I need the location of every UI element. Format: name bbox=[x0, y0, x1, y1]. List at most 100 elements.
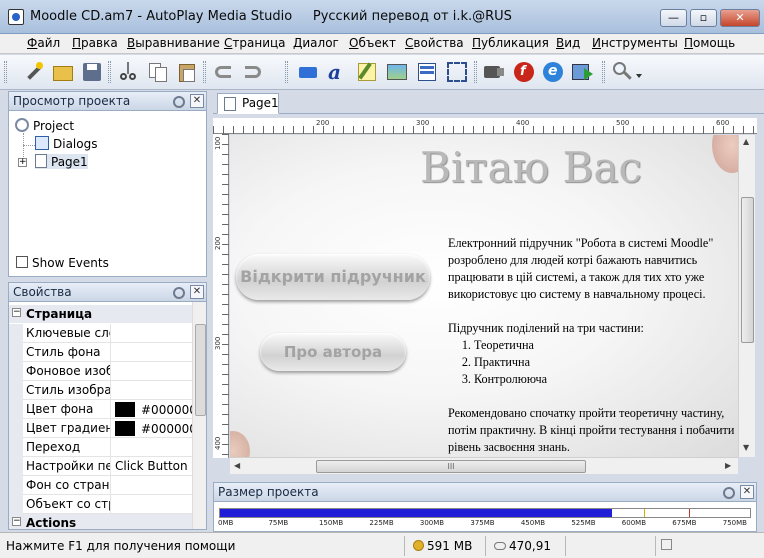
page-icon bbox=[224, 97, 236, 111]
property-row[interactable]: Цвет градиента #000000 bbox=[9, 419, 192, 438]
canvas-horizontal-scrollbar[interactable]: ◀ III ▶ bbox=[230, 457, 738, 474]
color-swatch[interactable] bbox=[115, 402, 135, 417]
property-value[interactable] bbox=[110, 381, 192, 400]
size-panel-header: Размер проекта ✕ bbox=[213, 482, 757, 502]
close-panel-icon[interactable]: ✕ bbox=[190, 94, 204, 108]
canvas-vertical-scrollbar[interactable]: ▲ ▼ bbox=[738, 135, 755, 457]
open-folder-icon[interactable] bbox=[51, 60, 75, 84]
flash-object-icon[interactable]: f bbox=[512, 60, 536, 84]
toolbar-grip[interactable] bbox=[4, 61, 7, 83]
properties-scrollbar[interactable] bbox=[192, 302, 206, 529]
undo-icon[interactable] bbox=[211, 60, 235, 84]
page-canvas[interactable]: Вітаю Вас Відкрити підручник Про автора … bbox=[230, 135, 738, 457]
zoom-dropdown-icon[interactable] bbox=[635, 60, 645, 84]
property-row[interactable]: Стиль изображ bbox=[9, 381, 192, 400]
property-value[interactable] bbox=[110, 476, 192, 495]
menu-page[interactable]: Страница bbox=[224, 36, 286, 50]
resize-grip-icon[interactable] bbox=[661, 539, 672, 550]
pin-icon[interactable] bbox=[171, 94, 187, 108]
show-events-checkbox[interactable]: Show Events bbox=[16, 256, 109, 270]
cut-icon[interactable] bbox=[116, 60, 140, 84]
save-icon[interactable] bbox=[80, 60, 104, 84]
close-button[interactable]: ✕ bbox=[720, 9, 760, 27]
open-textbook-button[interactable]: Відкрити підручник bbox=[236, 254, 430, 300]
property-row[interactable]: Настройки перClick Button bbox=[9, 457, 192, 476]
app-icon bbox=[8, 9, 24, 25]
property-value[interactable]: Click Button bbox=[110, 457, 192, 476]
slideshow-object-icon[interactable] bbox=[570, 60, 594, 84]
category-page[interactable]: − Страница bbox=[9, 305, 192, 323]
maximize-button[interactable]: ▫ bbox=[690, 9, 717, 27]
menu-file[interactable]: Файл bbox=[27, 36, 60, 50]
close-panel-icon[interactable]: ✕ bbox=[190, 285, 204, 299]
listbox-object-icon[interactable] bbox=[415, 60, 439, 84]
property-row[interactable]: Ключевые сло bbox=[9, 324, 192, 343]
tree-item-dialogs[interactable]: Dialogs bbox=[35, 136, 97, 151]
collapse-toggle[interactable]: − bbox=[12, 308, 21, 317]
category-actions[interactable]: − Actions bbox=[9, 514, 192, 530]
menu-help[interactable]: Помощь bbox=[684, 36, 735, 50]
row-gutter bbox=[9, 495, 23, 514]
new-project-wand-icon[interactable] bbox=[22, 60, 46, 84]
tree-item-project[interactable]: Project bbox=[15, 118, 74, 133]
scroll-thumb[interactable] bbox=[195, 324, 206, 416]
property-row[interactable]: Цвет фона #000000 bbox=[9, 400, 192, 419]
property-row[interactable]: Переход bbox=[9, 438, 192, 457]
minimize-button[interactable]: — bbox=[660, 9, 687, 27]
tab-page1[interactable]: Page1 bbox=[217, 93, 279, 114]
menu-edit[interactable]: Правка bbox=[72, 36, 118, 50]
menu-view[interactable]: Вид bbox=[556, 36, 580, 50]
page-paragraph[interactable]: Електронний підручник "Робота в системі … bbox=[448, 235, 738, 456]
pin-icon[interactable] bbox=[171, 285, 187, 299]
row-gutter bbox=[9, 400, 23, 419]
document-tab-strip: Page1 bbox=[213, 90, 764, 114]
input-object-icon[interactable] bbox=[445, 60, 469, 84]
image-object-icon[interactable] bbox=[385, 60, 409, 84]
web-object-icon[interactable]: e bbox=[541, 60, 565, 84]
scroll-thumb[interactable]: III bbox=[316, 460, 586, 473]
checkbox-box[interactable] bbox=[16, 256, 28, 268]
redo-icon[interactable] bbox=[241, 60, 265, 84]
scroll-right-arrow[interactable]: ▶ bbox=[725, 461, 731, 470]
tree-item-page1[interactable]: Page1 bbox=[35, 154, 88, 169]
paragraph-line: розроблено для людей котрі бажають навчи… bbox=[448, 253, 698, 267]
scroll-left-arrow[interactable]: ◀ bbox=[234, 461, 240, 470]
pin-icon[interactable] bbox=[721, 485, 737, 499]
menu-object[interactable]: Объект bbox=[349, 36, 396, 50]
property-value[interactable] bbox=[110, 343, 192, 362]
page-heading[interactable]: Вітаю Вас bbox=[420, 143, 642, 192]
label-object-icon[interactable]: a bbox=[325, 60, 349, 84]
expand-toggle[interactable]: + bbox=[18, 158, 27, 167]
paste-icon[interactable] bbox=[175, 60, 199, 84]
video-object-icon[interactable] bbox=[482, 60, 506, 84]
menu-properties[interactable]: Свойства bbox=[405, 36, 464, 50]
property-value[interactable] bbox=[110, 438, 192, 457]
menu-tools[interactable]: Инструменты bbox=[592, 36, 678, 50]
paragraph-object-icon[interactable] bbox=[355, 60, 379, 84]
scroll-up-arrow[interactable]: ▲ bbox=[743, 137, 749, 146]
scroll-thumb[interactable] bbox=[741, 197, 754, 343]
property-value[interactable] bbox=[110, 362, 192, 381]
property-row[interactable]: Стиль фона bbox=[9, 343, 192, 362]
project-disc-icon bbox=[15, 118, 29, 132]
property-row[interactable]: Объект со стра bbox=[9, 495, 192, 514]
menu-align[interactable]: Выравнивание bbox=[127, 36, 220, 50]
button-object-icon[interactable] bbox=[296, 60, 320, 84]
menu-publish[interactable]: Публикация bbox=[472, 36, 549, 50]
copy-icon[interactable] bbox=[146, 60, 170, 84]
tree-label: Dialogs bbox=[53, 137, 98, 151]
scroll-down-arrow[interactable]: ▼ bbox=[743, 443, 749, 452]
property-row[interactable]: Фоновое изоб bbox=[9, 362, 192, 381]
collapse-toggle[interactable]: − bbox=[12, 517, 21, 526]
color-swatch[interactable] bbox=[115, 421, 135, 436]
about-author-button[interactable]: Про автора bbox=[260, 333, 406, 371]
property-row[interactable]: Фон со страни bbox=[9, 476, 192, 495]
zoom-icon[interactable] bbox=[610, 60, 634, 84]
property-value[interactable] bbox=[110, 324, 192, 343]
menu-dialog[interactable]: Диалог bbox=[293, 36, 339, 50]
property-value[interactable]: #000000 bbox=[110, 400, 192, 419]
close-panel-icon[interactable]: ✕ bbox=[740, 485, 754, 499]
category-label: Actions bbox=[26, 516, 77, 530]
property-value[interactable] bbox=[110, 495, 192, 514]
property-value[interactable]: #000000 bbox=[110, 419, 192, 438]
